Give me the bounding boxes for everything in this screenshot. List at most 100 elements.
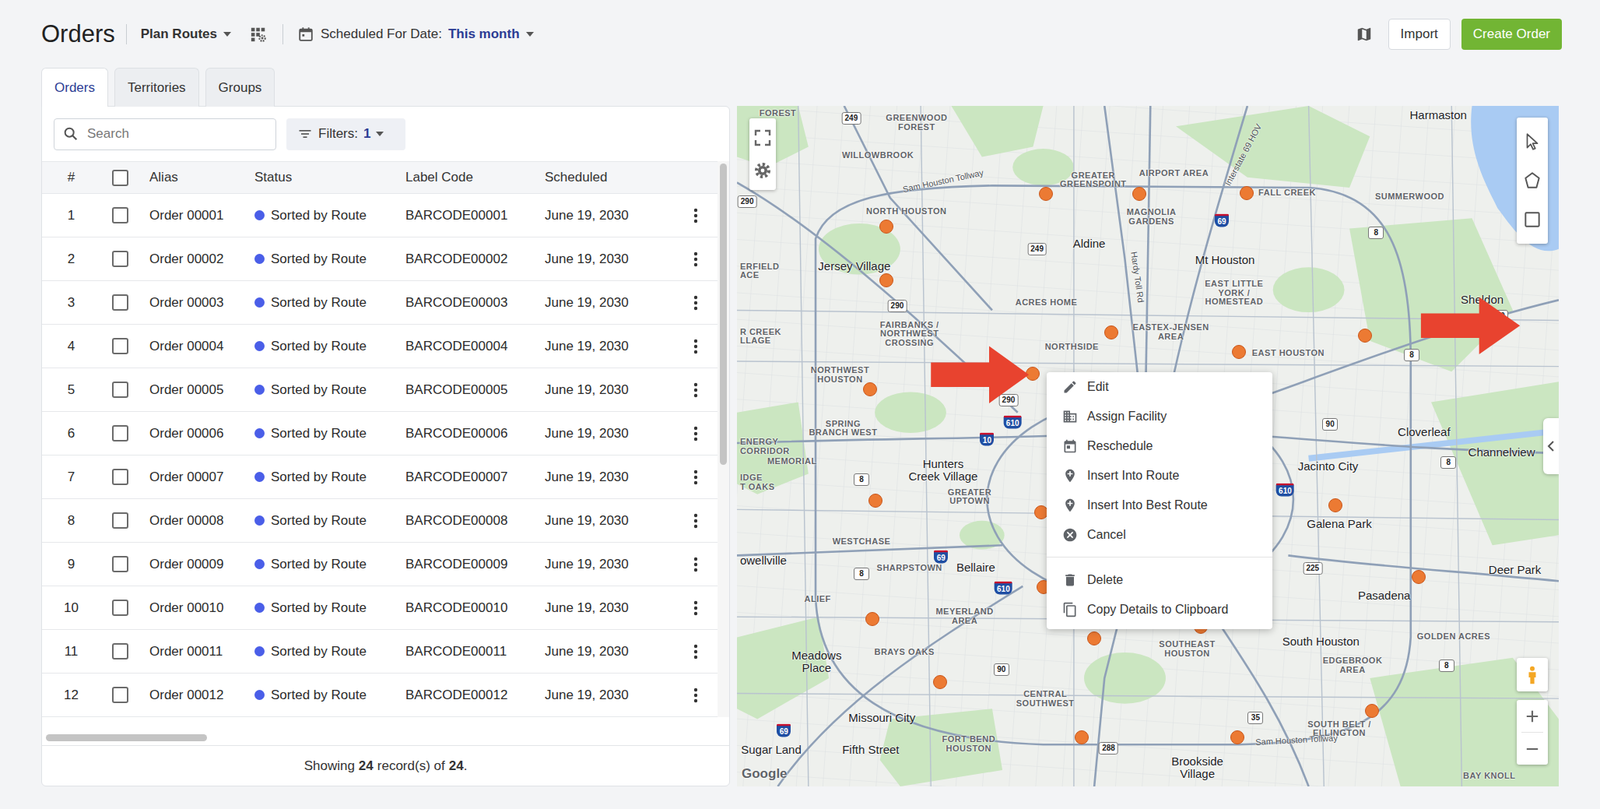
context-menu-item[interactable]: Delete bbox=[1046, 564, 1273, 595]
row-menu-button[interactable] bbox=[673, 542, 718, 586]
map-view-button[interactable] bbox=[1350, 21, 1378, 48]
row-checkbox[interactable] bbox=[112, 686, 129, 703]
select-all-checkbox[interactable] bbox=[112, 169, 129, 186]
order-pin[interactable] bbox=[863, 382, 878, 397]
column-header[interactable]: Status bbox=[244, 161, 396, 193]
row-menu-button[interactable] bbox=[673, 368, 718, 411]
view-menu-button[interactable]: Plan Routes bbox=[137, 21, 235, 47]
order-pin[interactable] bbox=[1038, 186, 1053, 201]
table-row[interactable]: 5Order 00005Sorted by RouteBARCODE00005J… bbox=[42, 368, 718, 412]
row-menu-button[interactable] bbox=[673, 585, 718, 629]
scrollbar-thumb[interactable] bbox=[719, 163, 727, 465]
filters-button[interactable]: Filters:1 bbox=[286, 118, 406, 151]
row-checkbox[interactable] bbox=[112, 424, 129, 442]
row-checkbox[interactable] bbox=[112, 337, 129, 355]
order-pin[interactable] bbox=[868, 493, 883, 508]
zoom-in-button[interactable] bbox=[1516, 699, 1548, 732]
order-pin[interactable] bbox=[865, 611, 880, 626]
collapse-panel-button[interactable] bbox=[1543, 417, 1559, 474]
map-label-line: Sugar Land bbox=[740, 743, 802, 756]
row-menu-button[interactable] bbox=[673, 629, 718, 673]
search-field[interactable] bbox=[53, 118, 277, 151]
context-menu-item[interactable]: Cancel bbox=[1046, 519, 1273, 550]
create-order-button[interactable]: Create Order bbox=[1461, 18, 1562, 50]
order-pin[interactable] bbox=[1231, 344, 1246, 359]
row-checkbox[interactable] bbox=[112, 250, 129, 267]
row-number: 2 bbox=[42, 237, 101, 281]
context-menu-item[interactable]: Insert Into Best Route bbox=[1046, 490, 1273, 520]
order-pin[interactable] bbox=[1411, 569, 1426, 584]
table-row[interactable]: 11Order 00011Sorted by RouteBARCODE00011… bbox=[42, 629, 718, 674]
rectangle-tool-button[interactable] bbox=[1516, 200, 1548, 239]
map-label-line: NORTH HOUSTON bbox=[866, 207, 947, 218]
column-header[interactable]: Label Code bbox=[395, 161, 535, 193]
context-menu-item[interactable]: Copy Details to Clipboard bbox=[1046, 594, 1273, 625]
scrollbar-thumb[interactable] bbox=[45, 733, 208, 741]
select-tool-button[interactable] bbox=[1516, 122, 1548, 162]
map-place-label: MAGNOLIAGARDENS bbox=[1126, 207, 1177, 226]
order-pin[interactable] bbox=[933, 674, 948, 689]
order-pin[interactable] bbox=[1328, 498, 1343, 513]
highway-shield: 90 bbox=[1322, 417, 1338, 431]
map[interactable]: FORESTGREENWOODFORESTWILLOWBROOKGREATERG… bbox=[736, 105, 1559, 786]
order-pin[interactable] bbox=[1132, 186, 1147, 201]
table-row[interactable]: 3Order 00003Sorted by RouteBARCODE00003J… bbox=[42, 280, 718, 325]
vertical-scrollbar[interactable] bbox=[717, 161, 730, 717]
column-header[interactable]: Alias bbox=[139, 161, 245, 193]
context-menu-item[interactable]: Insert Into Route bbox=[1046, 460, 1273, 491]
row-checkbox[interactable] bbox=[112, 599, 129, 616]
map-settings-button[interactable] bbox=[749, 154, 776, 187]
tab[interactable]: Territories bbox=[114, 67, 200, 107]
order-pin[interactable] bbox=[1357, 328, 1372, 343]
polygon-tool-button[interactable] bbox=[1516, 161, 1548, 200]
row-menu-button[interactable] bbox=[673, 237, 718, 281]
table-row[interactable]: 2Order 00002Sorted by RouteBARCODE00002J… bbox=[42, 237, 718, 281]
context-menu-item[interactable]: Assign Facility bbox=[1046, 401, 1273, 432]
row-menu-button[interactable] bbox=[673, 411, 718, 455]
fullscreen-button[interactable] bbox=[749, 121, 776, 155]
order-pin[interactable] bbox=[1230, 729, 1245, 744]
row-menu-button[interactable] bbox=[673, 193, 718, 237]
row-checkbox[interactable] bbox=[112, 512, 129, 529]
row-menu-button[interactable] bbox=[673, 498, 718, 542]
table-row[interactable]: 6Order 00006Sorted by RouteBARCODE00006J… bbox=[42, 411, 718, 456]
zoom-out-button[interactable] bbox=[1516, 732, 1548, 765]
table-row[interactable]: 7Order 00007Sorted by RouteBARCODE00007J… bbox=[42, 455, 718, 499]
order-pin[interactable] bbox=[879, 273, 894, 288]
tab[interactable]: Groups bbox=[205, 67, 276, 107]
row-checkbox[interactable] bbox=[112, 207, 129, 224]
order-pin[interactable] bbox=[1087, 631, 1102, 646]
order-pin[interactable] bbox=[1364, 703, 1379, 718]
order-pin[interactable] bbox=[1074, 729, 1089, 744]
order-pin[interactable] bbox=[1104, 325, 1119, 340]
map-settings-button[interactable] bbox=[245, 21, 272, 48]
tab[interactable]: Orders bbox=[41, 67, 109, 107]
table-row[interactable]: 12Order 00012Sorted by RouteBARCODE00012… bbox=[42, 673, 718, 717]
order-pin[interactable] bbox=[879, 219, 894, 234]
context-menu-item[interactable]: Reschedule bbox=[1046, 431, 1273, 461]
table-row[interactable]: 10Order 00010Sorted by RouteBARCODE00010… bbox=[42, 585, 718, 630]
date-filter-button[interactable]: Scheduled For Date:This month bbox=[294, 21, 537, 48]
row-checkbox[interactable] bbox=[112, 642, 129, 660]
table-row[interactable]: 1Order 00001Sorted by RouteBARCODE00001J… bbox=[42, 193, 718, 238]
import-button[interactable]: Import bbox=[1388, 18, 1451, 50]
table-row[interactable]: 9Order 00009Sorted by RouteBARCODE00009J… bbox=[42, 542, 718, 586]
row-menu-button[interactable] bbox=[673, 455, 718, 499]
order-pin[interactable] bbox=[1025, 366, 1040, 381]
row-checkbox[interactable] bbox=[112, 555, 129, 572]
context-menu-item[interactable]: Edit bbox=[1046, 371, 1273, 402]
plus-icon bbox=[1525, 708, 1540, 723]
row-menu-button[interactable] bbox=[673, 324, 718, 368]
row-menu-button[interactable] bbox=[673, 280, 718, 324]
row-checkbox[interactable] bbox=[112, 294, 129, 311]
horizontal-scrollbar[interactable] bbox=[42, 716, 730, 745]
row-checkbox[interactable] bbox=[112, 468, 129, 485]
order-pin[interactable] bbox=[1239, 185, 1254, 200]
street-view-button[interactable] bbox=[1516, 657, 1548, 692]
row-menu-button[interactable] bbox=[673, 673, 718, 716]
search-input[interactable] bbox=[85, 125, 268, 143]
column-header[interactable]: Scheduled bbox=[534, 161, 674, 193]
table-row[interactable]: 8Order 00008Sorted by RouteBARCODE00008J… bbox=[42, 498, 718, 543]
table-row[interactable]: 4Order 00004Sorted by RouteBARCODE00004J… bbox=[42, 324, 718, 369]
row-checkbox[interactable] bbox=[112, 381, 129, 398]
